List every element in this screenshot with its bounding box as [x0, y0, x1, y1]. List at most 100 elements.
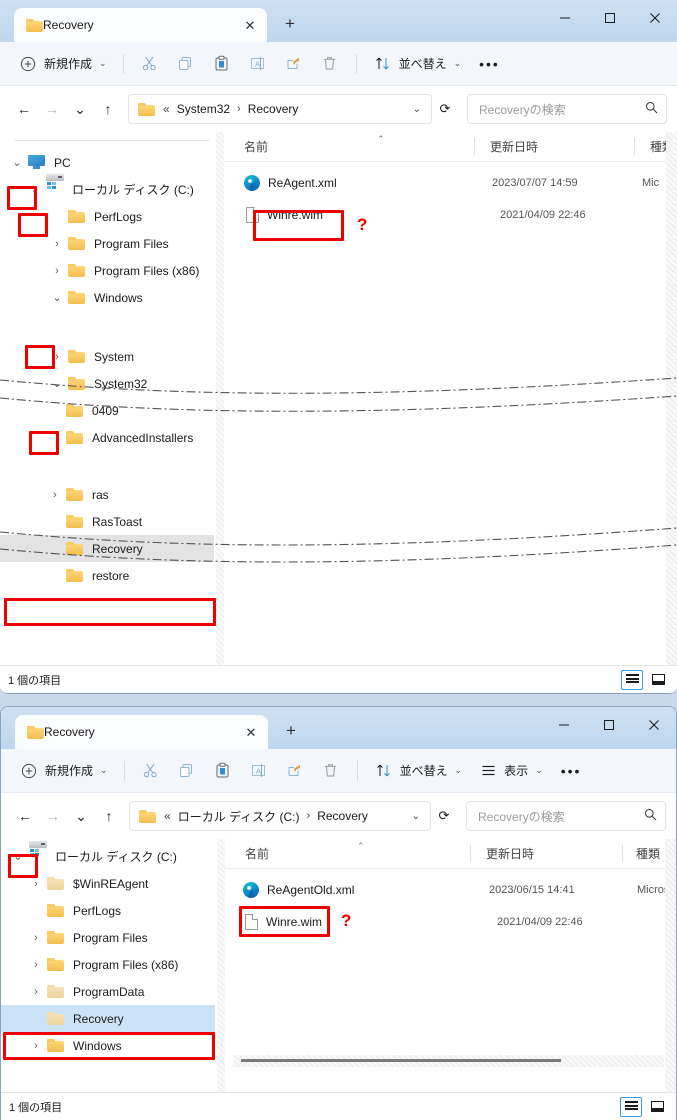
tree-item-0409[interactable]: 0409: [0, 397, 224, 424]
breadcrumb-item-0[interactable]: ローカル ディスク (C:): [178, 808, 300, 825]
chevron-right-icon[interactable]: ›: [46, 346, 68, 368]
view-button[interactable]: 表示 ⌄: [470, 756, 551, 786]
close-button[interactable]: [632, 0, 677, 36]
paste-button[interactable]: [204, 49, 240, 79]
tree-item-program-files-x86[interactable]: › Program Files (x86): [1, 951, 225, 978]
tree-item-local-disk-c[interactable]: ⌄ ローカル ディスク (C:): [1, 841, 225, 870]
chevron-down-icon[interactable]: ⌄: [7, 846, 29, 868]
tiles-view-icon[interactable]: [646, 1097, 668, 1117]
search-input[interactable]: Recoveryの検索: [466, 801, 666, 831]
column-header-date[interactable]: 更新日時: [470, 839, 622, 869]
tree-item-system32[interactable]: ⌄ System32: [0, 370, 224, 397]
tree-item-recovery[interactable]: › Recovery: [1, 1005, 215, 1032]
chevron-right-icon[interactable]: ›: [44, 484, 66, 506]
details-view-icon[interactable]: [621, 669, 643, 690]
new-tab-button[interactable]: +: [276, 716, 306, 746]
sort-button[interactable]: 並べ替え ⌄: [365, 49, 470, 79]
file-row-reagentold[interactable]: ReAgentOld.xml 2023/06/15 14:41 Microsof…: [225, 875, 676, 905]
share-button[interactable]: [277, 756, 313, 786]
tiles-view-icon[interactable]: [647, 670, 669, 690]
copy-button[interactable]: [168, 49, 204, 79]
chevron-down-icon[interactable]: ⌄: [46, 287, 68, 309]
share-button[interactable]: [276, 49, 312, 79]
tab-close-icon[interactable]: ✕: [240, 721, 262, 743]
rename-button[interactable]: A: [240, 49, 276, 79]
tree-item-recovery[interactable]: Recovery: [0, 535, 214, 562]
tree-item-advancedinstallers[interactable]: AdvancedInstallers: [0, 424, 224, 451]
cut-button[interactable]: [132, 49, 168, 79]
chevron-right-icon[interactable]: ›: [25, 1035, 47, 1057]
chevron-down-icon[interactable]: ⌄: [6, 152, 28, 174]
breadcrumb-item-1[interactable]: Recovery: [248, 102, 299, 116]
chevron-right-icon[interactable]: ›: [25, 954, 47, 976]
search-input[interactable]: Recoveryの検索: [467, 94, 667, 124]
chevron-right-icon[interactable]: ›: [25, 873, 47, 895]
chevron-right-icon[interactable]: ›: [25, 927, 47, 949]
file-row-reagent[interactable]: ReAgent.xml 2023/07/07 14:59 Mic: [224, 168, 677, 198]
column-header-date[interactable]: 更新日時: [474, 132, 634, 162]
vertical-scrollbar[interactable]: [665, 839, 676, 1093]
horizontal-scrollbar-thumb[interactable]: [241, 1059, 561, 1062]
column-header-name[interactable]: 名前 ⌃: [224, 132, 474, 162]
maximize-button[interactable]: [587, 0, 632, 36]
recent-locations-button[interactable]: ⌄: [67, 802, 95, 830]
new-button[interactable]: 新規作成 ⌄: [11, 756, 116, 786]
tree-item-perflogs[interactable]: › PerfLogs: [1, 897, 225, 924]
up-button[interactable]: ↑: [95, 802, 123, 830]
cut-button[interactable]: [133, 756, 169, 786]
chevron-right-icon[interactable]: ›: [25, 981, 47, 1003]
details-view-icon[interactable]: [620, 1096, 642, 1117]
tree-item-program-files[interactable]: › Program Files: [0, 230, 224, 257]
breadcrumb[interactable]: « System32 › Recovery ⌄: [128, 94, 432, 124]
chevron-down-icon[interactable]: ⌄: [24, 179, 46, 201]
rename-button[interactable]: A: [241, 756, 277, 786]
breadcrumb[interactable]: « ローカル ディスク (C:) › Recovery ⌄: [129, 801, 431, 831]
horizontal-scrollbar[interactable]: [233, 1055, 664, 1067]
refresh-button[interactable]: ⟳: [431, 808, 457, 824]
delete-button[interactable]: [313, 756, 349, 786]
tree-item-perflogs[interactable]: › PerfLogs: [0, 203, 224, 230]
recent-locations-button[interactable]: ⌄: [66, 95, 94, 123]
tree-item-windows[interactable]: ⌄ Windows: [0, 284, 224, 311]
forward-button[interactable]: →: [39, 802, 67, 830]
close-button[interactable]: [631, 707, 676, 743]
breadcrumb-item-1[interactable]: Recovery: [317, 809, 368, 823]
tree-item-program-files-x86[interactable]: › Program Files (x86): [0, 257, 224, 284]
vertical-scrollbar[interactable]: [666, 132, 677, 693]
new-tab-button[interactable]: +: [275, 9, 305, 39]
tree-item-ras[interactable]: › ras: [0, 481, 224, 508]
more-button[interactable]: •••: [551, 763, 592, 779]
sort-button[interactable]: 並べ替え ⌄: [366, 756, 471, 786]
copy-button[interactable]: [169, 756, 205, 786]
tree-item-restore[interactable]: restore: [0, 562, 224, 589]
paste-button[interactable]: [205, 756, 241, 786]
file-row-winre[interactable]: Winre.wim 2021/04/09 22:46: [224, 200, 677, 230]
tree-item-programdata[interactable]: › ProgramData: [1, 978, 225, 1005]
file-row-winre[interactable]: Winre.wim 2021/04/09 22:46: [225, 907, 676, 937]
up-button[interactable]: ↑: [94, 95, 122, 123]
tab-close-icon[interactable]: ✕: [239, 14, 261, 36]
tree-item-local-disk-c[interactable]: ⌄ ローカル ディスク (C:): [0, 174, 224, 203]
tree-item-system[interactable]: › System: [0, 343, 224, 370]
chevron-down-icon[interactable]: ⌄: [46, 373, 68, 395]
breadcrumb-dropdown-icon[interactable]: ⌄: [409, 104, 425, 115]
column-header-name[interactable]: 名前 ⌃: [225, 839, 470, 869]
tree-item-windows[interactable]: › Windows: [1, 1032, 225, 1059]
chevron-right-icon[interactable]: ›: [46, 233, 68, 255]
delete-button[interactable]: [312, 49, 348, 79]
new-button[interactable]: 新規作成 ⌄: [10, 49, 115, 79]
nav-scrollbar-thumb[interactable]: [217, 542, 220, 582]
chevron-right-icon[interactable]: ›: [46, 260, 68, 282]
tab-recovery[interactable]: Recovery ✕: [14, 8, 267, 42]
forward-button[interactable]: →: [38, 95, 66, 123]
breadcrumb-dropdown-icon[interactable]: ⌄: [408, 811, 424, 822]
more-button[interactable]: •••: [469, 56, 510, 72]
tab-recovery[interactable]: Recovery ✕: [15, 715, 268, 749]
tree-item-pc[interactable]: ⌄ PC: [0, 149, 224, 176]
minimize-button[interactable]: [542, 0, 587, 36]
breadcrumb-item-0[interactable]: System32: [177, 102, 230, 116]
minimize-button[interactable]: [541, 707, 586, 743]
tree-item-rastoast[interactable]: RasToast: [0, 508, 224, 535]
column-header-type[interactable]: 種類: [622, 839, 660, 869]
back-button[interactable]: ←: [11, 802, 39, 830]
